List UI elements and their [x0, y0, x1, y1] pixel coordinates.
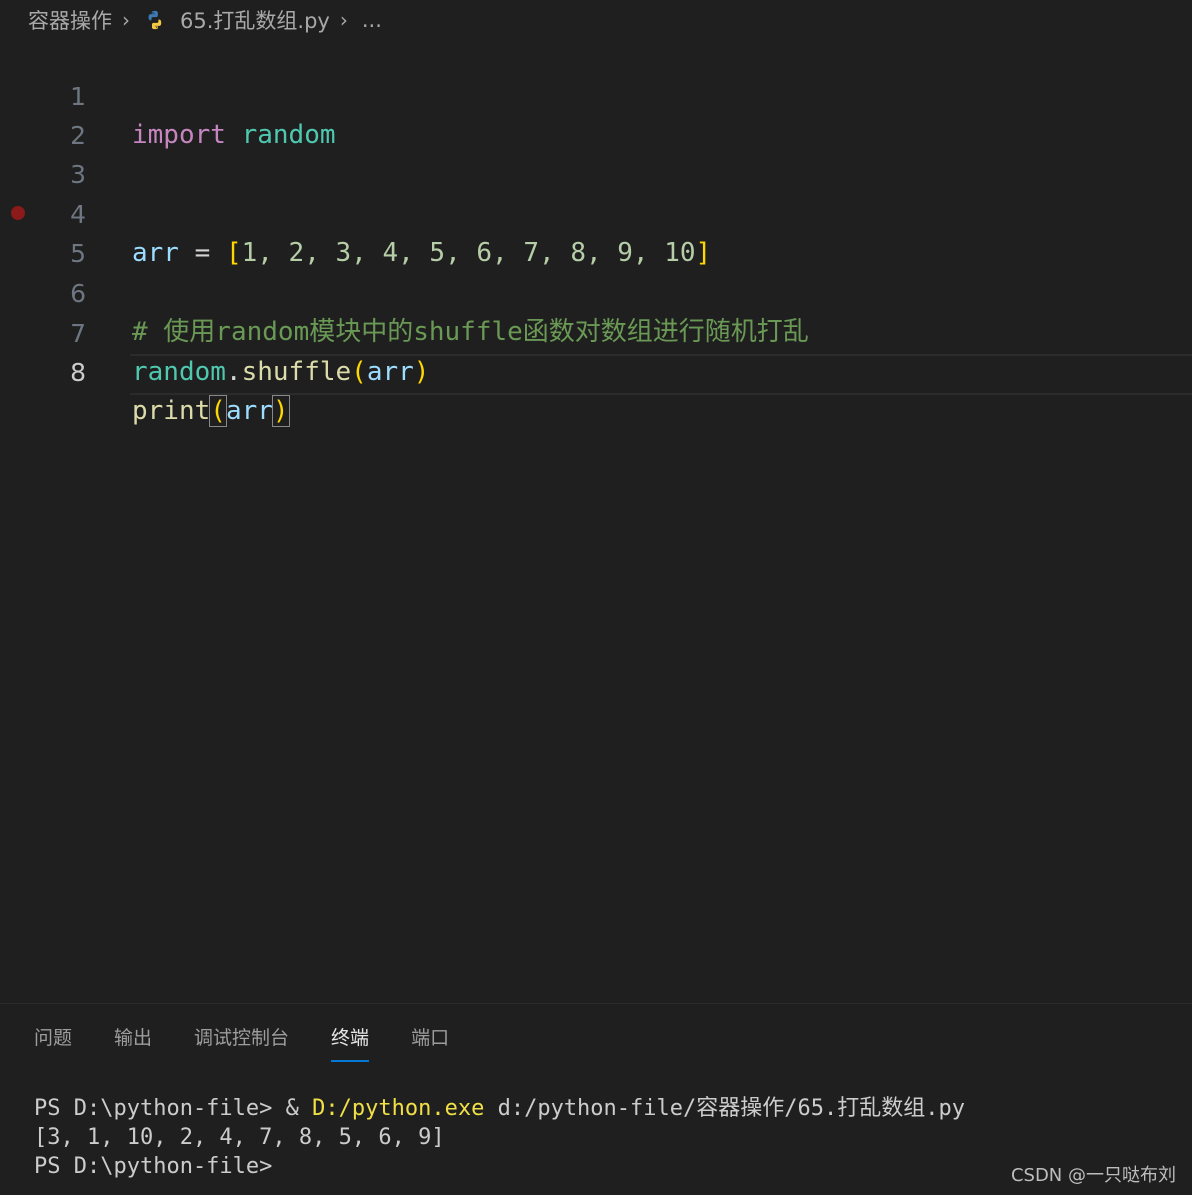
bracket-token: ( — [209, 395, 227, 427]
module-token: random — [132, 357, 226, 387]
bracket-token: ) — [413, 357, 430, 387]
tab-terminal[interactable]: 终端 — [331, 1024, 370, 1062]
terminal-prompt: PS D:\python-file> — [34, 1154, 273, 1179]
code-line-6: 6 # 使用random模块中的shuffle函数对数组进行随机打乱 — [0, 235, 1192, 347]
bracket-token: ( — [351, 357, 367, 387]
terminal-command: D:/python.exe — [312, 1096, 485, 1121]
terminal-output[interactable]: PS D:\python-file> & D:/python.exe d:/py… — [34, 1094, 965, 1181]
tab-output[interactable]: 输出 — [114, 1024, 152, 1062]
code-line-3: 3 — [0, 116, 1192, 189]
breadcrumb-file[interactable]: 65.打乱数组.py — [180, 5, 330, 35]
code-line-2: 2 — [0, 77, 1192, 150]
function-token: shuffle — [241, 357, 352, 387]
terminal-prompt: PS D:\python-file> & — [34, 1096, 313, 1121]
dot-token: . — [225, 357, 242, 387]
python-file-icon — [148, 10, 162, 30]
terminal-result: [3, 1, 10, 2, 4, 7, 8, 5, 6, 9] — [34, 1125, 445, 1150]
code-editor[interactable]: 1 import random 2 3 4 arr = [1, 2, 3, 4,… — [0, 38, 1192, 1003]
function-token: print — [132, 396, 211, 426]
bracket-token: ) — [271, 395, 290, 427]
variable-token: arr — [225, 396, 273, 426]
breadcrumb-more[interactable]: ... — [362, 8, 382, 32]
breadcrumb: 容器操作 › 65.打乱数组.py › ... — [28, 4, 382, 36]
code-line-7: 7 random.shuffle(arr) — [0, 275, 1192, 387]
watermark: CSDN @一只哒布刘 — [1010, 1165, 1176, 1186]
tab-problems[interactable]: 问题 — [34, 1024, 72, 1062]
code-line-5: 5 — [0, 195, 1192, 268]
tab-debug-console[interactable]: 调试控制台 — [194, 1024, 289, 1062]
line-number: 8 — [70, 358, 86, 387]
tab-ports[interactable]: 端口 — [411, 1024, 449, 1062]
chevron-right-icon: › — [339, 8, 348, 32]
breadcrumb-folder[interactable]: 容器操作 — [28, 5, 112, 35]
bottom-panel: 问题 输出 调试控制台 终端 端口 PS D:\python-file> & D… — [0, 1003, 1192, 1195]
code-line-1: 1 import random — [0, 38, 1192, 150]
code-line-8: 8 print(arr) — [0, 314, 1192, 427]
variable-token: arr — [366, 357, 414, 387]
code-line-4: 4 arr = [1, 2, 3, 4, 5, 6, 7, 8, 9, 10] — [0, 156, 1192, 268]
panel-tabs: 问题 输出 调试控制台 终端 端口 — [34, 1024, 491, 1062]
chevron-right-icon: › — [122, 8, 130, 32]
terminal-argument: d:/python-file/容器操作/65.打乱数组.py — [484, 1096, 965, 1121]
